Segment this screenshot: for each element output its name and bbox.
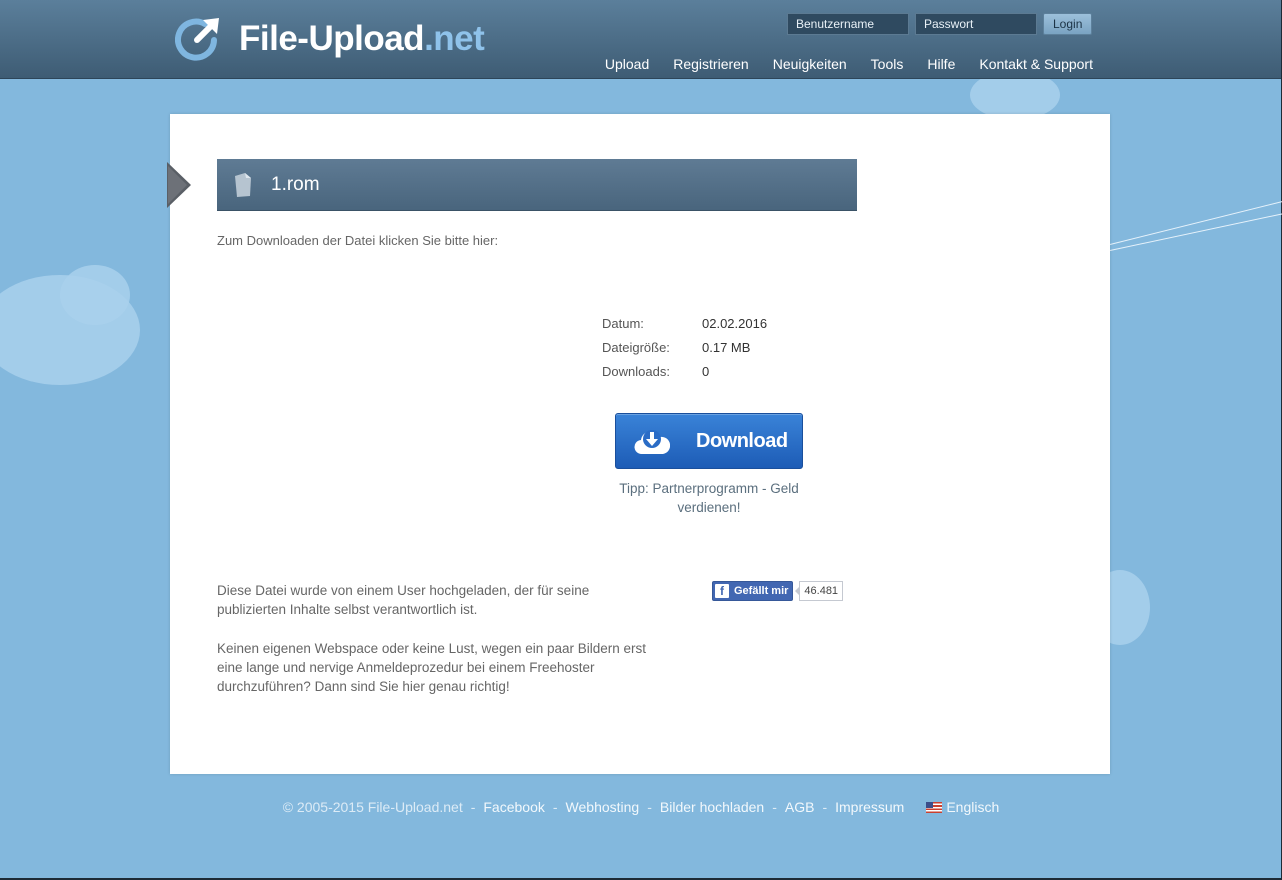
language-switch[interactable]: Englisch <box>926 799 999 815</box>
footer-separator: - <box>822 799 828 815</box>
facebook-icon: f <box>715 584 729 598</box>
site-footer: © 2005-2015 File-Upload.net - Facebook -… <box>0 799 1282 815</box>
download-button[interactable]: Download <box>615 413 803 469</box>
cloud-decoration <box>60 265 130 325</box>
main-nav: Upload Registrieren Neuigkeiten Tools Hi… <box>605 56 1093 72</box>
footer-separator: - <box>772 799 777 815</box>
nav-register[interactable]: Registrieren <box>673 56 748 72</box>
footer-link-webhosting[interactable]: Webhosting <box>566 799 640 815</box>
file-name: 1.rom <box>271 174 320 195</box>
footer-copyright: © 2005-2015 File-Upload.net <box>282 799 463 815</box>
footer-link-imprint[interactable]: Impressum <box>835 799 904 815</box>
meta-label: Dateigröße: <box>602 339 670 355</box>
nav-news[interactable]: Neuigkeiten <box>773 56 847 72</box>
logo-text: File-Upload.net <box>239 19 485 59</box>
partner-program-link[interactable]: Tipp: Partnerprogramm - Geld verdienen! <box>610 479 808 517</box>
footer-link-facebook[interactable]: Facebook <box>483 799 544 815</box>
language-label: Englisch <box>946 799 1000 815</box>
site-header: File-Upload.net Login Upload Registriere… <box>0 0 1281 79</box>
facebook-like-widget: f Gefällt mir 46.481 <box>712 581 844 601</box>
facebook-like-label: Gefällt mir <box>734 585 789 597</box>
meta-row-downloads: Downloads: 0 <box>602 359 767 383</box>
nav-help[interactable]: Hilfe <box>927 56 955 72</box>
nav-contact[interactable]: Kontakt & Support <box>979 56 1093 72</box>
upload-arrow-icon <box>175 18 219 61</box>
footer-link-agb[interactable]: AGB <box>785 799 815 815</box>
service-pitch: Keinen eigenen Webspace oder keine Lust,… <box>217 641 647 694</box>
meta-label: Downloads: <box>602 363 670 379</box>
nav-upload[interactable]: Upload <box>605 56 649 72</box>
file-title-bar: 1.rom <box>217 159 857 211</box>
download-label: Download <box>696 430 788 452</box>
footer-separator: - <box>552 799 558 815</box>
logo-tld: .net <box>424 19 485 58</box>
file-meta: Datum: 02.02.2016 Dateigröße: 0.17 MB Do… <box>602 311 767 383</box>
meta-value: 0 <box>702 363 710 379</box>
meta-label: Datum: <box>602 315 644 331</box>
password-field[interactable] <box>915 13 1037 35</box>
footer-separator: - <box>470 799 476 815</box>
content-card: 1.rom Zum Downloaden der Datei klicken S… <box>167 114 1110 774</box>
us-flag-icon <box>926 802 943 813</box>
nav-tools[interactable]: Tools <box>871 56 904 72</box>
meta-value: 02.02.2016 <box>702 315 768 331</box>
meta-row-date: Datum: 02.02.2016 <box>602 311 767 335</box>
footer-link-image-upload[interactable]: Bilder hochladen <box>660 799 764 815</box>
contrail-decoration <box>1109 200 1282 245</box>
username-field[interactable] <box>787 13 909 35</box>
meta-row-size: Dateigröße: 0.17 MB <box>602 335 767 359</box>
site-logo[interactable]: File-Upload.net <box>175 16 485 62</box>
logo-name: File-Upload <box>239 19 425 58</box>
contrail-decoration <box>1109 212 1282 251</box>
login-form: Login <box>787 13 1093 35</box>
cloud-download-icon <box>634 430 670 455</box>
download-instruction: Zum Downloaden der Datei klicken Sie bit… <box>217 233 499 248</box>
login-button[interactable]: Login <box>1043 13 1093 35</box>
facebook-like-button[interactable]: f Gefällt mir <box>712 581 794 601</box>
file-icon <box>235 173 251 197</box>
title-arrow-decoration <box>167 162 191 208</box>
facebook-like-count: 46.481 <box>795 581 844 601</box>
footer-separator: - <box>647 799 652 815</box>
meta-value: 0.17 MB <box>702 339 751 355</box>
upload-disclaimer: Diese Datei wurde von einem User hochgel… <box>217 583 590 617</box>
